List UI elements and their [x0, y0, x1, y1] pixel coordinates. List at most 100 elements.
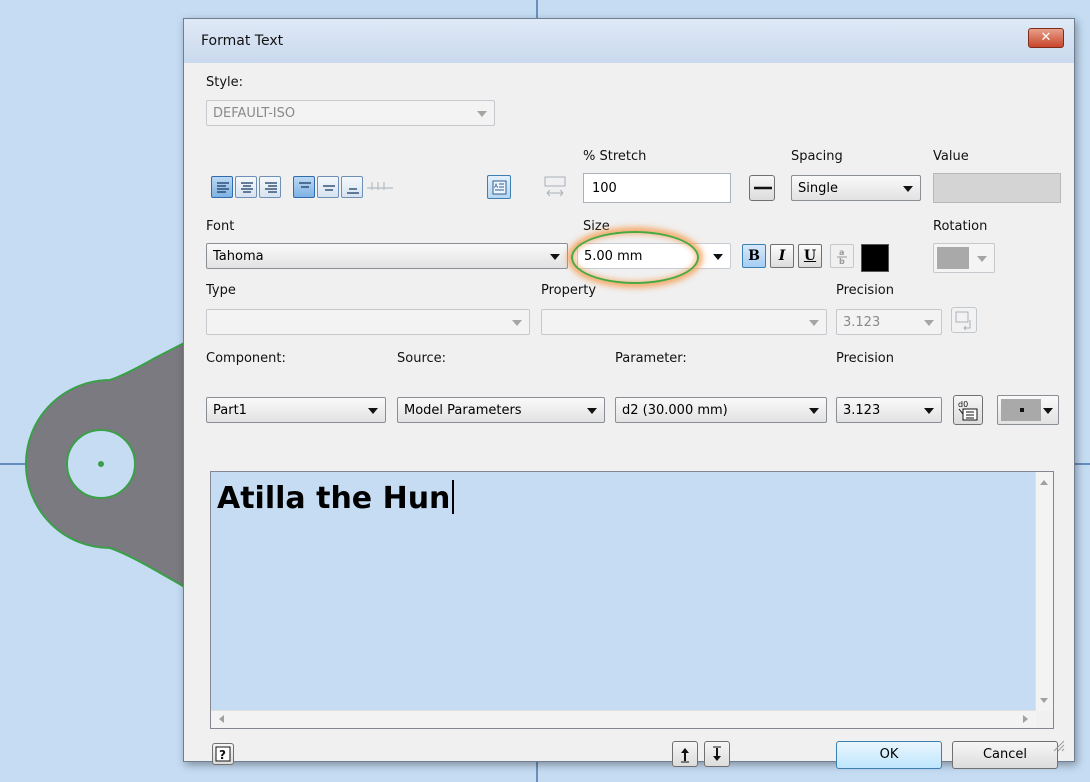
align-middle-icon — [323, 185, 335, 191]
align-center-button[interactable] — [235, 176, 257, 198]
scroll-right-icon[interactable] — [1023, 715, 1028, 723]
help-icon: ? — [215, 746, 231, 762]
precision-top-dropdown: 3.123 — [836, 309, 942, 335]
stretch-label: % Stretch — [583, 149, 647, 164]
chevron-down-icon — [809, 320, 819, 326]
align-bottom-icon — [347, 188, 359, 194]
source-dropdown[interactable]: Model Parameters — [397, 397, 605, 423]
stretch-icon — [541, 173, 569, 201]
precision-bottom-value: 3.123 — [843, 403, 881, 418]
component-value: Part1 — [213, 403, 247, 418]
chevron-down-icon — [587, 408, 597, 414]
cancel-label: Cancel — [982, 747, 1028, 762]
horizontal-scrollbar[interactable] — [211, 710, 1036, 728]
dialog-body: Style: DEFAULT-ISO % Stretch Spacing Val… — [191, 63, 1067, 769]
value-label: Value — [933, 149, 969, 164]
chevron-down-icon — [550, 254, 560, 260]
insert-value-icon — [955, 311, 971, 331]
precision-top-value: 3.123 — [843, 315, 881, 330]
font-dropdown[interactable]: Tahoma — [206, 243, 568, 269]
spacing-value: Single — [798, 181, 838, 196]
scroll-down-icon[interactable] — [1040, 698, 1048, 703]
scroll-left-icon[interactable] — [219, 715, 224, 723]
symbol-dot-icon — [1020, 408, 1024, 412]
type-dropdown — [206, 309, 530, 335]
underline-button[interactable]: U — [798, 244, 822, 268]
source-value: Model Parameters — [404, 403, 522, 418]
dialog-title: Format Text — [201, 33, 284, 49]
parameter-dropdown[interactable]: d2 (30.000 mm) — [615, 397, 827, 423]
underline-label: U — [803, 248, 817, 264]
arrow-up-icon — [681, 748, 689, 763]
svg-text:?: ? — [219, 748, 226, 762]
line-spacing-icon — [754, 186, 772, 190]
parameter-label: Parameter: — [615, 351, 687, 366]
style-label: Style: — [206, 75, 244, 90]
text-caret — [452, 480, 455, 514]
rotation-label: Rotation — [933, 219, 988, 234]
arrow-down-icon — [713, 746, 721, 761]
editor-text: Atilla the Hun — [217, 481, 451, 516]
align-right-button[interactable] — [259, 176, 281, 198]
move-down-button[interactable] — [704, 741, 730, 767]
text-frame-button[interactable]: A — [487, 175, 511, 199]
precision-bottom-dropdown[interactable]: 3.123 — [836, 397, 942, 423]
chevron-down-icon — [713, 254, 723, 260]
align-right-icon — [265, 182, 277, 193]
align-left-icon — [217, 182, 229, 193]
size-dropdown[interactable]: 5.00 mm — [577, 243, 731, 269]
align-top-button[interactable] — [293, 176, 315, 198]
italic-label: I — [778, 248, 786, 264]
baseline-button — [365, 176, 393, 198]
resize-grip-icon[interactable] — [1051, 738, 1065, 752]
move-up-button[interactable] — [672, 741, 698, 767]
fraction-icon: ab — [837, 248, 847, 266]
chevron-down-icon — [368, 408, 378, 414]
chevron-down-icon — [977, 256, 987, 262]
close-button[interactable]: ✕ — [1028, 28, 1064, 48]
scroll-up-icon[interactable] — [1040, 480, 1048, 485]
property-dropdown — [541, 309, 827, 335]
insert-parameter-button-disabled — [951, 307, 977, 333]
chevron-down-icon — [924, 408, 934, 414]
value-input — [933, 173, 1061, 203]
symbol-swatch — [1001, 399, 1041, 421]
insert-parameter-button[interactable]: d0 — [953, 395, 983, 425]
insert-parameter-icon: d0 — [958, 400, 978, 421]
chevron-down-icon — [477, 111, 487, 117]
svg-text:b: b — [839, 257, 845, 266]
italic-button[interactable]: I — [770, 244, 794, 268]
align-bottom-button[interactable] — [341, 176, 363, 198]
rotation-swatch — [937, 247, 969, 269]
align-left-button[interactable] — [211, 176, 233, 198]
vertical-scrollbar[interactable] — [1035, 472, 1053, 711]
svg-text:d0: d0 — [958, 400, 968, 409]
font-label: Font — [206, 219, 235, 234]
style-value: DEFAULT-ISO — [213, 106, 296, 121]
source-label: Source: — [397, 351, 447, 366]
component-dropdown[interactable]: Part1 — [206, 397, 386, 423]
text-color-swatch[interactable] — [861, 244, 889, 272]
format-text-dialog: Format Text ✕ Style: DEFAULT-ISO % Stret… — [183, 18, 1075, 769]
stretch-input[interactable]: 100 — [583, 173, 731, 203]
baseline-icon — [367, 182, 393, 190]
ok-button[interactable]: OK — [836, 741, 942, 769]
bold-button[interactable]: B — [742, 244, 766, 268]
parameter-value: d2 (30.000 mm) — [622, 403, 728, 418]
svg-text:a: a — [839, 248, 844, 257]
rotation-dropdown — [933, 243, 995, 273]
symbol-dropdown[interactable] — [997, 395, 1059, 425]
property-label: Property — [541, 283, 597, 298]
cancel-button[interactable]: Cancel — [952, 741, 1058, 769]
help-button[interactable]: ? — [212, 743, 234, 765]
bold-label: B — [748, 248, 760, 264]
title-bar[interactable]: Format Text ✕ — [184, 19, 1074, 63]
text-editor[interactable]: Atilla the Hun — [210, 471, 1054, 729]
align-middle-button[interactable] — [317, 176, 339, 198]
chevron-down-icon — [809, 408, 819, 414]
spacing-dropdown[interactable]: Single — [791, 175, 921, 201]
size-value: 5.00 mm — [584, 249, 643, 264]
line-spacing-button[interactable] — [749, 175, 775, 201]
chevron-down-icon — [924, 320, 934, 326]
close-icon: ✕ — [1040, 30, 1052, 45]
